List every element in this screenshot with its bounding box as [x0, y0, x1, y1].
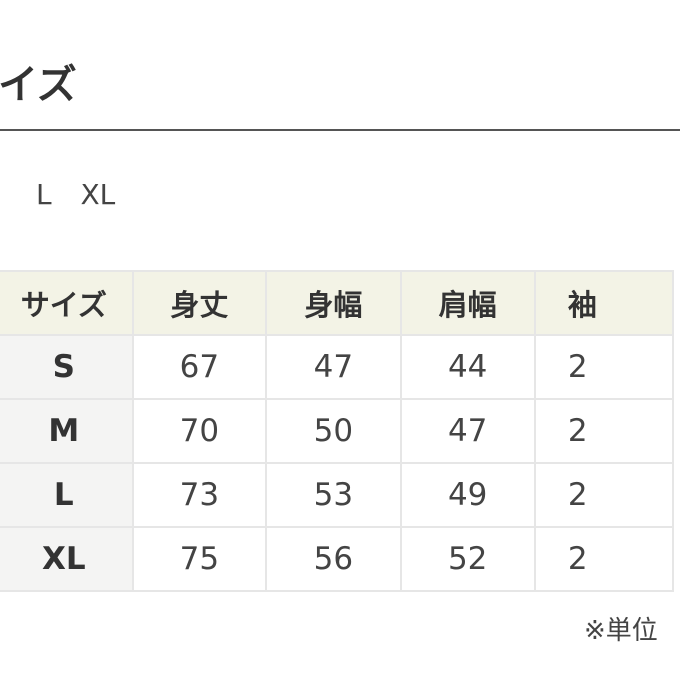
cell: 44 [399, 334, 536, 400]
unit-note: ※単位 [584, 616, 658, 646]
size-table: サイズ 身丈 身幅 肩幅 袖 S 67 47 44 2 M 70 50 47 2… [0, 270, 675, 592]
cell: 2 [533, 462, 675, 528]
cell: 53 [265, 462, 402, 528]
size-options: L XL [36, 178, 116, 211]
cell: 52 [399, 526, 536, 592]
cell: 70 [131, 398, 268, 464]
cell-size: S [0, 334, 134, 400]
table-row: XL 75 56 52 2 [0, 526, 675, 592]
table-row: S 67 47 44 2 [0, 334, 675, 400]
cell: 2 [533, 526, 675, 592]
header-sleeve: 袖 [533, 270, 675, 336]
table-row: L 73 53 49 2 [0, 462, 675, 528]
cell-size: XL [0, 526, 134, 592]
cell-size: M [0, 398, 134, 464]
cell: 2 [533, 398, 675, 464]
cell: 47 [265, 334, 402, 400]
cell: 75 [131, 526, 268, 592]
cell: 73 [131, 462, 268, 528]
cell: 2 [533, 334, 675, 400]
title-divider [0, 129, 680, 131]
cell-size: L [0, 462, 134, 528]
cell: 49 [399, 462, 536, 528]
header-size: サイズ [0, 270, 134, 336]
cell: 50 [265, 398, 402, 464]
cell: 67 [131, 334, 268, 400]
section-title: イズ [0, 62, 77, 108]
header-shoulder: 肩幅 [399, 270, 536, 336]
cell: 47 [399, 398, 536, 464]
cell: 56 [265, 526, 402, 592]
header-length: 身丈 [131, 270, 268, 336]
header-width: 身幅 [265, 270, 402, 336]
table-row: M 70 50 47 2 [0, 398, 675, 464]
table-header-row: サイズ 身丈 身幅 肩幅 袖 [0, 270, 675, 336]
